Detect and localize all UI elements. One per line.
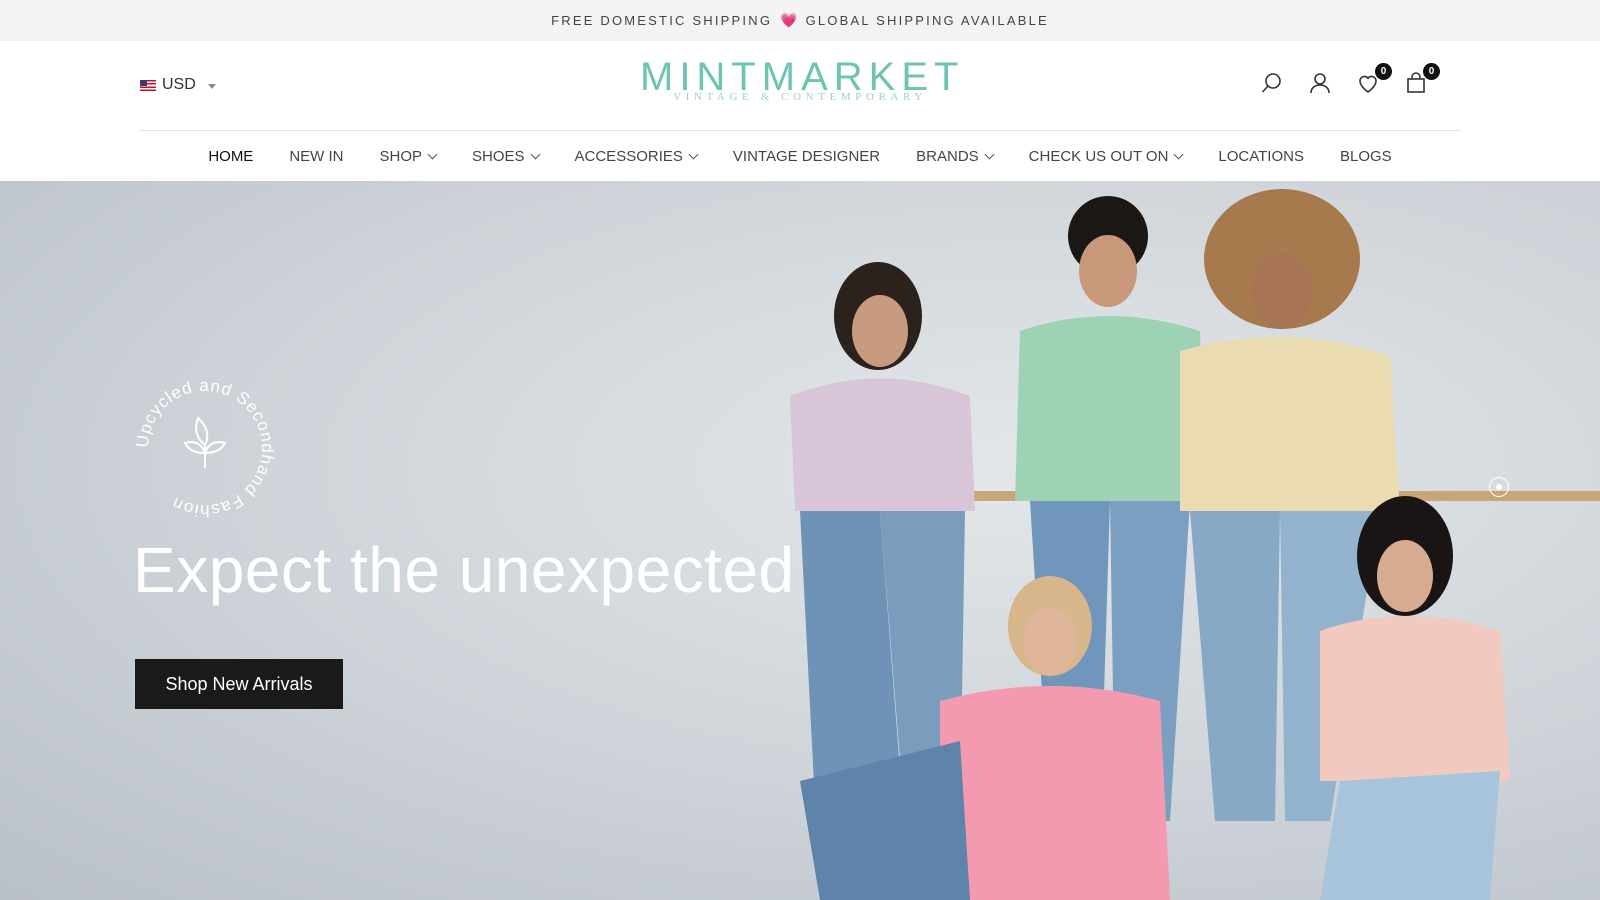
hero-banner: Upcycled and Secondhand Fashion Expect t… xyxy=(0,181,1600,900)
main-navigation: HOME NEW IN SHOP SHOES ACCESSORIES VINTA… xyxy=(0,131,1600,181)
chevron-down-icon xyxy=(530,149,540,159)
hero-models-photo xyxy=(790,189,1600,900)
nav-item-label: LOCATIONS xyxy=(1218,147,1304,165)
site-header: USD MINTMARKET VINTAGE & CONTEMPORARY 0 xyxy=(0,41,1600,131)
announcement-left: FREE DOMESTIC SHIPPING xyxy=(551,13,773,28)
nav-item-label: SHOP xyxy=(379,147,422,165)
nav-item-label: ACCESSORIES xyxy=(574,147,683,165)
logo-tagline: VINTAGE & CONTEMPORARY xyxy=(673,91,927,103)
currency-selector[interactable]: USD xyxy=(140,76,216,94)
wishlist-count-badge: 0 xyxy=(1375,63,1392,80)
header-actions: 0 0 xyxy=(1260,63,1440,97)
nav-item-label: SHOES xyxy=(472,147,525,165)
currency-code: USD xyxy=(162,76,196,93)
user-icon xyxy=(1310,73,1330,94)
nav-item-vintage-designer[interactable]: VINTAGE DESIGNER xyxy=(733,148,880,165)
nav-item-locations[interactable]: LOCATIONS xyxy=(1218,148,1304,165)
shop-new-arrivals-button[interactable]: Shop New Arrivals xyxy=(135,659,343,709)
nav-item-label: BRANDS xyxy=(916,147,979,165)
us-flag-icon xyxy=(140,79,156,91)
nav-item-check-us-out-on[interactable]: CHECK US OUT ON xyxy=(1028,147,1184,165)
announcement-right: GLOBAL SHIPPING AVAILABLE xyxy=(805,13,1049,28)
chevron-down-icon xyxy=(427,149,438,159)
chevron-down-icon xyxy=(688,149,699,159)
leaf-icon xyxy=(183,416,227,468)
slide-dot-active[interactable] xyxy=(1489,477,1509,497)
nav-item-label: CHECK US OUT ON xyxy=(1028,147,1169,165)
search-button[interactable] xyxy=(1260,71,1286,97)
chevron-down-icon xyxy=(984,149,995,159)
nav-item-accessories[interactable]: ACCESSORIES xyxy=(574,147,699,165)
nav-item-shop[interactable]: SHOP xyxy=(379,147,438,165)
nav-item-shoes[interactable]: SHOES xyxy=(472,147,540,165)
wishlist-button[interactable]: 0 xyxy=(1356,63,1392,97)
nav-item-label: HOME xyxy=(208,147,254,165)
caret-down-icon xyxy=(207,83,216,89)
nav-item-label: BLOGS xyxy=(1339,147,1392,165)
site-logo[interactable]: MINTMARKET VINTAGE & CONTEMPORARY xyxy=(640,57,960,103)
slider-pagination xyxy=(1489,477,1509,497)
nav-item-label: VINTAGE DESIGNER xyxy=(732,147,881,165)
heart-icon: 💗 xyxy=(780,12,798,28)
nav-item-blogs[interactable]: BLOGS xyxy=(1340,148,1392,165)
chevron-down-icon xyxy=(1173,149,1184,159)
announcement-bar: FREE DOMESTIC SHIPPING 💗 GLOBAL SHIPPING… xyxy=(0,0,1600,41)
nav-item-label: NEW IN xyxy=(289,147,344,165)
cart-button[interactable]: 0 xyxy=(1404,63,1440,97)
upcycled-badge: Upcycled and Secondhand Fashion xyxy=(133,376,276,520)
account-button[interactable] xyxy=(1308,71,1334,97)
hero-title: Expect the unexpected xyxy=(133,534,795,606)
nav-item-new-in[interactable]: NEW IN xyxy=(289,148,343,165)
search-icon xyxy=(1261,73,1281,93)
nav-item-brands[interactable]: BRANDS xyxy=(916,147,995,165)
cart-count-badge: 0 xyxy=(1423,63,1440,80)
nav-item-home[interactable]: HOME xyxy=(208,148,253,165)
